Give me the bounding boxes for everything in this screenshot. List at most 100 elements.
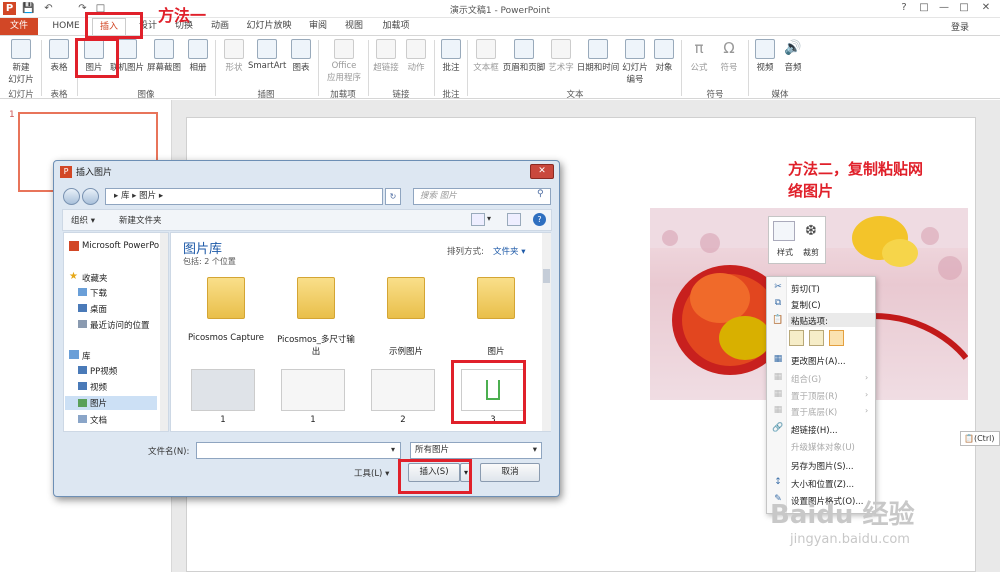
photo-album-button[interactable]: 相册 xyxy=(184,39,212,73)
tab-home[interactable]: HOME xyxy=(48,18,84,35)
nav-item-pp-video[interactable]: PP视频 xyxy=(90,365,117,377)
paste-picture-icon[interactable] xyxy=(809,330,824,346)
action-button[interactable]: 动作 xyxy=(403,39,429,73)
preview-pane-icon[interactable] xyxy=(507,213,521,226)
menu-item-size-position[interactable]: 大小和位置(Z)... xyxy=(791,478,854,490)
office-apps-button[interactable]: Office 应用程序 xyxy=(322,39,366,83)
search-input[interactable]: 搜索 图片 xyxy=(413,188,551,205)
object-icon xyxy=(654,39,674,59)
calendar-icon xyxy=(588,39,608,59)
view-dropdown-icon[interactable]: ▾ xyxy=(487,214,491,223)
slide-number-button[interactable]: 幻灯片 编号 xyxy=(621,39,649,85)
nav-item-powerpoint[interactable]: Microsoft PowerPo xyxy=(82,241,168,251)
header-footer-button[interactable]: 页眉和页脚 xyxy=(502,39,546,73)
crop-label: 裁剪 xyxy=(803,248,819,257)
wordart-button[interactable]: 艺术字 xyxy=(547,39,575,73)
hyperlink-button[interactable]: 超链接 xyxy=(372,39,400,73)
close-icon[interactable]: ✕ xyxy=(977,1,995,15)
nav-item-downloads[interactable]: 下载 xyxy=(90,287,107,299)
comment-button[interactable]: 批注 xyxy=(438,39,464,73)
desktop-icon xyxy=(78,304,87,312)
size-icon: ↕ xyxy=(774,477,782,487)
forward-icon[interactable] xyxy=(82,188,99,205)
tab-animations[interactable]: 动画 xyxy=(206,18,234,35)
menu-item-upgrade-media[interactable]: 升级媒体对象(U) xyxy=(791,441,855,453)
image-file-item[interactable]: 2 xyxy=(363,369,443,427)
nav-favorites[interactable]: 收藏夹 xyxy=(82,272,108,284)
datetime-button[interactable]: 日期和时间 xyxy=(576,39,620,73)
filename-input[interactable] xyxy=(196,442,401,459)
shapes-button[interactable]: 形状 xyxy=(220,39,248,73)
new-folder-button[interactable]: 新建文件夹 xyxy=(119,214,162,226)
header-footer-icon xyxy=(514,39,534,59)
tab-review[interactable]: 审阅 xyxy=(304,18,332,35)
nav-scrollbar[interactable] xyxy=(160,233,168,431)
save-icon[interactable]: 💾 xyxy=(22,2,35,15)
maximize-icon[interactable]: □ xyxy=(955,1,973,15)
folder-item[interactable]: 图片 xyxy=(453,277,539,357)
new-slide-button[interactable]: 新建 幻灯片 xyxy=(4,39,38,85)
organize-button[interactable]: 组织 ▾ xyxy=(71,214,95,226)
close-icon[interactable]: ✕ xyxy=(530,164,554,179)
sort-dropdown[interactable]: 文件夹 ▾ xyxy=(493,245,525,257)
nav-item-desktop[interactable]: 桌面 xyxy=(90,303,107,315)
crop-icon[interactable]: ❆ xyxy=(801,221,821,241)
screenshot-button[interactable]: 屏幕截图 xyxy=(146,39,182,73)
chart-button[interactable]: 图表 xyxy=(288,39,314,73)
nav-item-pictures[interactable]: 图片 xyxy=(90,397,107,409)
ribbon-display-icon[interactable]: □ xyxy=(915,1,933,15)
nav-item-recent[interactable]: 最近访问的位置 xyxy=(90,319,150,331)
help-icon[interactable]: ? xyxy=(533,213,546,226)
undo-icon[interactable]: ↶ xyxy=(42,2,55,15)
menu-item-group[interactable]: 组合(G) xyxy=(791,373,821,385)
nav-item-video[interactable]: 视频 xyxy=(90,381,107,393)
address-bar[interactable]: ▸ 库 ▸ 图片 ▸ xyxy=(105,188,383,205)
paste-options-tag[interactable]: 📋(Ctrl) xyxy=(960,431,1000,446)
picture-style-icon[interactable] xyxy=(773,221,795,241)
nav-libraries[interactable]: 库 xyxy=(82,350,91,362)
filename-dropdown-icon[interactable]: ▾ xyxy=(391,445,395,454)
menu-item-copy[interactable]: 复制(C) xyxy=(791,299,821,311)
help-icon[interactable]: ? xyxy=(895,1,913,15)
menu-item-cut[interactable]: 剪切(T) xyxy=(791,283,820,295)
dialog-toolbar: 组织 ▾ 新建文件夹 ▾ ? xyxy=(62,209,552,231)
tools-button[interactable]: 工具(L) ▾ xyxy=(354,467,389,479)
menu-item-change-picture[interactable]: 更改图片(A)... xyxy=(791,355,846,367)
folder-item[interactable]: 示例图片 xyxy=(363,277,449,357)
tab-slideshow[interactable]: 幻灯片放映 xyxy=(244,18,294,35)
back-icon[interactable] xyxy=(63,188,80,205)
tab-view[interactable]: 视图 xyxy=(340,18,368,35)
annotation-method-one: 方法一 xyxy=(158,6,207,25)
tab-addins[interactable]: 加载项 xyxy=(378,18,414,35)
image-file-item[interactable]: 1 xyxy=(273,369,353,427)
cancel-button[interactable]: 取消 xyxy=(480,463,540,482)
view-options-icon[interactable] xyxy=(471,213,485,226)
table-button[interactable]: 表格 xyxy=(44,39,74,73)
object-button[interactable]: 对象 xyxy=(651,39,677,73)
equation-button[interactable]: π 公式 xyxy=(686,39,712,73)
breadcrumb-pictures[interactable]: 图片 xyxy=(139,191,156,201)
symbol-button[interactable]: Ω 符号 xyxy=(716,39,742,73)
login-link[interactable]: 登录 xyxy=(951,20,969,33)
folder-item[interactable]: Picosmos_多尺寸输出 xyxy=(273,277,359,357)
paste-keep-format-icon[interactable] xyxy=(789,330,804,346)
menu-item-save-as-picture[interactable]: 另存为图片(S)... xyxy=(791,460,854,472)
smartart-button[interactable]: SmartArt xyxy=(248,39,286,71)
folder-item[interactable]: Picosmos Capture xyxy=(183,277,269,357)
video-button[interactable]: 视频 xyxy=(752,39,778,73)
annotation-box-insert-tab xyxy=(85,12,143,39)
scrollbar-thumb[interactable] xyxy=(543,269,550,283)
nav-item-documents[interactable]: 文档 xyxy=(90,414,107,426)
filetype-select[interactable]: 所有图片 ▾ xyxy=(410,442,542,459)
tab-file[interactable]: 文件 xyxy=(0,18,38,35)
image-file-item[interactable]: 1 xyxy=(183,369,263,427)
minimize-icon[interactable]: — xyxy=(935,1,953,15)
audio-button[interactable]: 🔊 音频 xyxy=(780,39,806,73)
content-scrollbar[interactable] xyxy=(542,233,551,431)
menu-item-send-back[interactable]: 置于底层(K) xyxy=(791,406,837,418)
menu-item-bring-front[interactable]: 置于顶层(R) xyxy=(791,390,838,402)
textbox-button[interactable]: 文本框 xyxy=(471,39,501,73)
paste-text-only-icon[interactable] xyxy=(829,330,844,346)
refresh-icon[interactable]: ↻ xyxy=(385,188,401,205)
menu-item-hyperlink[interactable]: 超链接(H)... xyxy=(791,424,838,436)
